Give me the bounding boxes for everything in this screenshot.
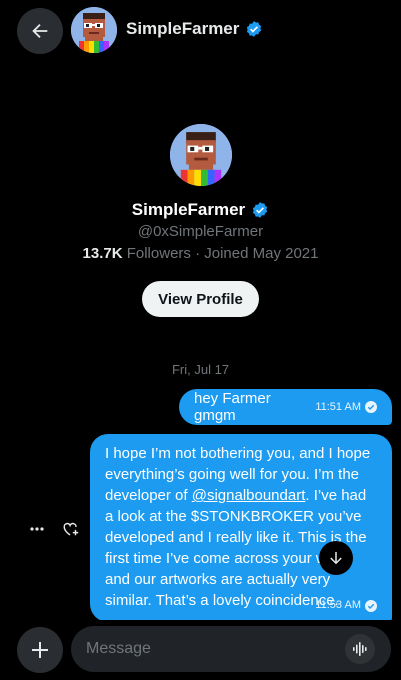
view-profile-button[interactable]: View Profile [142,281,259,317]
profile-name-text: SimpleFarmer [131,200,246,219]
followers-count: 13.7K [82,245,123,262]
add-attachment-button[interactable] [17,627,63,673]
profile-avatar[interactable] [169,124,232,186]
message-time: 11:53 AM [315,599,361,611]
profile-card: SimpleFarmer @0xSimpleFarmer 13.7K Follo… [0,124,401,317]
header-title[interactable]: SimpleFarmer [126,19,263,39]
header-name: SimpleFarmer [126,19,240,38]
voice-wave-icon [353,642,367,656]
arrow-down-icon [330,552,342,565]
followers-label: Followers [126,245,191,262]
more-options-icon[interactable] [29,521,45,537]
verified-badge-icon [253,202,268,218]
profile-handle: @0xSimpleFarmer [137,223,264,240]
message-time: 11:51 AM [315,401,361,413]
read-receipt-icon [365,401,377,413]
conversation-header: SimpleFarmer [0,0,401,60]
voice-message-button[interactable] [345,634,375,664]
add-reaction-icon[interactable] [62,520,80,538]
pixel-avatar-image [71,7,117,53]
pixel-avatar-image [169,124,232,186]
message-timestamp: 11:53 AM [315,595,377,616]
sent-message-bubble[interactable]: I hope I’m not bothering you, and I hope… [90,434,392,622]
verified-badge-icon [247,21,262,37]
read-receipt-icon [365,599,377,612]
message-timestamp: 11:51 AM [315,401,377,413]
arrow-left-icon [32,23,48,39]
profile-name: SimpleFarmer [0,200,401,220]
plus-icon [32,642,48,658]
scroll-to-bottom-button[interactable] [319,541,353,575]
joined-date: · Joined May 2021 [195,245,319,262]
message-text: hey Farmer gmgm [194,390,271,424]
profile-meta: 13.7K Followers · Joined May 2021 [0,245,401,262]
message-composer [0,620,401,680]
avatar[interactable] [71,7,117,53]
mention-link[interactable]: @signalboundart [192,487,306,504]
message-input[interactable] [71,626,391,672]
sent-message-bubble[interactable]: hey Farmer gmgm 11:51 AM [179,389,392,425]
back-button[interactable] [17,8,63,54]
date-separator: Fri, Jul 17 [171,362,230,377]
